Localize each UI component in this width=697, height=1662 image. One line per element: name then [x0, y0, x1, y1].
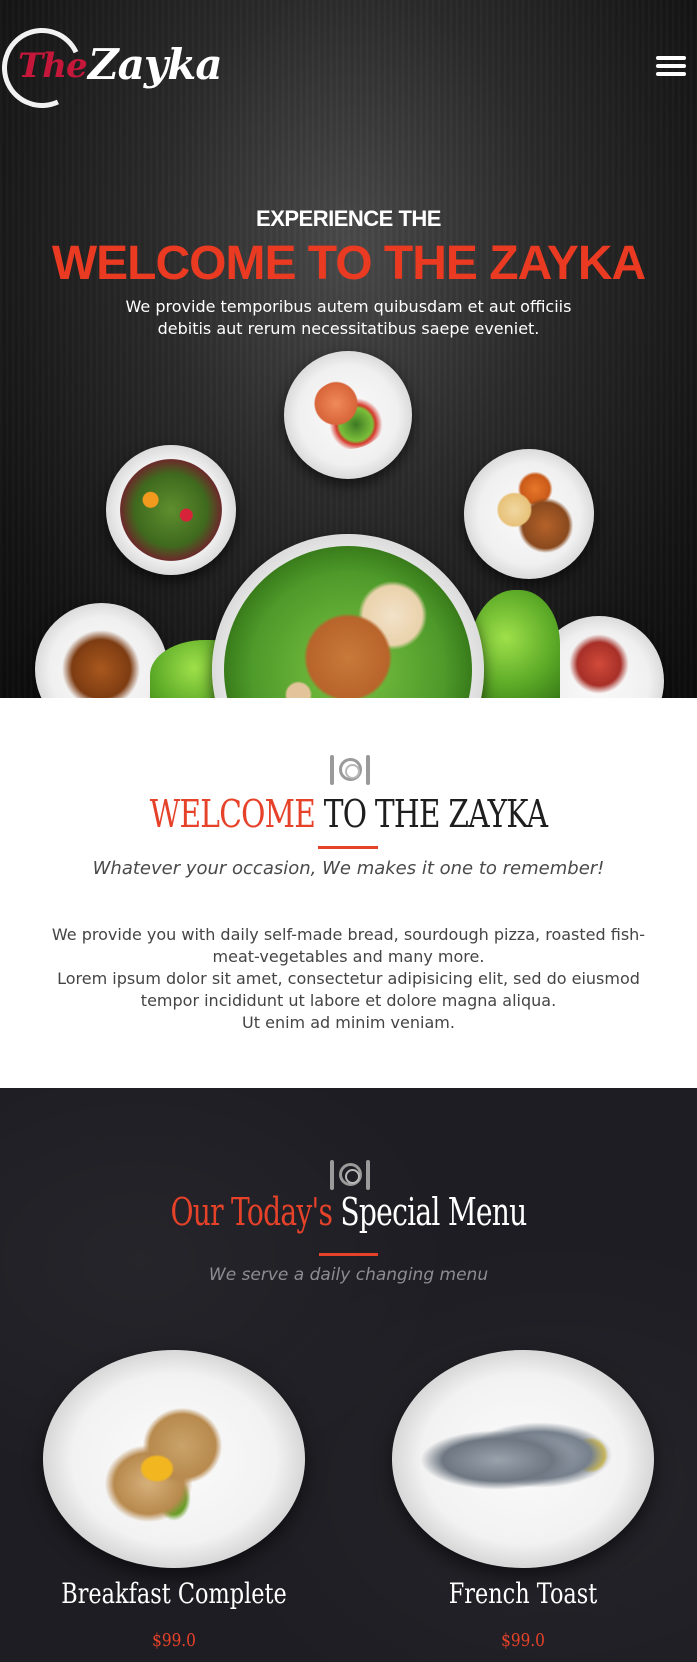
hero-eyebrow: EXPERIENCE THE — [256, 206, 441, 231]
lettuce-garnish-right — [470, 590, 560, 698]
menu-title-accent: Our Today's — [170, 1190, 333, 1234]
shrimp-platter-image — [464, 449, 594, 579]
welcome-divider — [318, 846, 378, 849]
welcome-title: WELCOME TO THE ZAYKA — [77, 792, 621, 836]
french-toast-dish-image[interactable] — [392, 1350, 654, 1568]
menu-tagline: We serve a daily changing menu — [208, 1265, 489, 1285]
welcome-body-line: We provide you with daily self-made brea… — [51, 925, 646, 966]
brand-logo[interactable]: The Zayka — [0, 16, 223, 120]
welcome-tagline: Whatever your occasion, We makes it one … — [92, 858, 605, 879]
salmon-dish-image — [284, 351, 412, 479]
menu-title: Our Today's Special Menu — [91, 1190, 607, 1234]
welcome-body: We provide you with daily self-made brea… — [36, 924, 661, 1034]
welcome-body-line: Ut enim ad minim veniam. — [242, 1013, 455, 1032]
menu-divider — [319, 1253, 378, 1256]
cutlery-plate-icon — [330, 755, 370, 785]
menu-title-rest: Special Menu — [332, 1190, 527, 1234]
hero-section: The Zayka EXPERIENCE THE WELCOME TO THE … — [0, 0, 697, 698]
breakfast-dish-image[interactable] — [43, 1350, 305, 1568]
logo-name-text: Zayka — [88, 40, 223, 89]
menu-item-name[interactable]: Breakfast Complete — [54, 1577, 294, 1610]
welcome-title-rest: TO THE ZAYKA — [315, 792, 548, 836]
menu-item-price: $99.0 — [501, 1630, 545, 1651]
welcome-body-line: Lorem ipsum dolor sit amet, consectetur … — [57, 969, 640, 1010]
fruit-salad-image — [106, 445, 236, 575]
cutlery-plate-icon — [330, 1160, 370, 1190]
hamburger-menu-icon[interactable] — [656, 55, 686, 79]
hero-subtitle: We provide temporibus autem quibusdam et… — [125, 297, 572, 338]
menu-item-price: $99.0 — [152, 1630, 196, 1651]
chicken-salad-bowl-image — [212, 534, 484, 698]
fried-chicken-image — [35, 603, 168, 698]
logo-the-text: The — [18, 46, 88, 86]
welcome-title-accent: WELCOME — [149, 792, 316, 836]
menu-item-name[interactable]: French Toast — [403, 1577, 643, 1610]
hero-title: WELCOME TO THE ZAYKA — [51, 237, 646, 290]
